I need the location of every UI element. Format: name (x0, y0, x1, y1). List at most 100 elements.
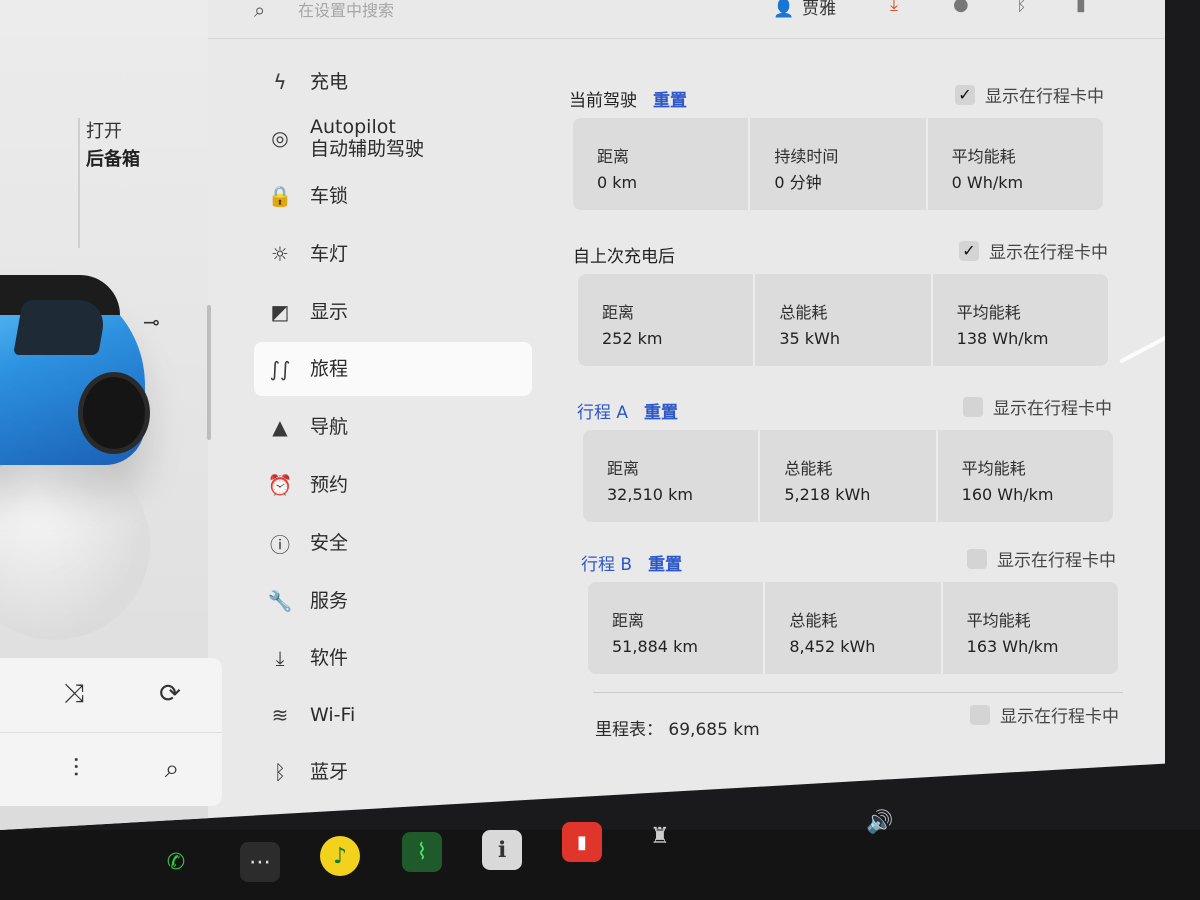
reset-button[interactable]: 重置 (653, 86, 687, 111)
sidebar-item-title: Wi-Fi (310, 704, 356, 726)
checkbox[interactable] (970, 704, 990, 725)
sidebar-item-5[interactable]: ∫∫ 旅程 (254, 342, 532, 396)
checkbox-checked[interactable]: ✓ (955, 84, 975, 105)
repeat-icon[interactable]: ⟳ (146, 670, 194, 718)
sidebar-item-0[interactable]: ϟ 充电 (254, 55, 532, 109)
sidebar-item-7[interactable]: ⏰ 预约 (254, 458, 532, 512)
joystick-icon[interactable]: ♜ (640, 816, 680, 856)
stocks-app-icon[interactable]: ⌇ (402, 832, 442, 872)
stat-cell: 平均能耗 138 Wh/km (933, 274, 1108, 366)
stat-cell: 距离 51,884 km (588, 582, 766, 674)
show-in-card-toggle[interactable]: ✓ 显示在行程卡中 (959, 238, 1108, 263)
section-title: 当前驾驶 重置 (569, 86, 687, 111)
stats-card: 距离 252 km 总能耗 35 kWh 平均能耗 138 Wh/km (578, 274, 1108, 366)
shuffle-icon[interactable]: ⤨ (50, 670, 98, 718)
sidebar-item-label: 服务 (310, 590, 348, 612)
checkbox[interactable] (963, 396, 983, 417)
section-title: 自上次充电后 (573, 242, 675, 267)
sidebar-item-label: 旅程 (310, 358, 348, 380)
charge-port-icon[interactable]: ⊸ (143, 310, 160, 334)
music-app-icon[interactable]: ♪ (320, 836, 360, 876)
show-in-card-label: 显示在行程卡中 (1000, 707, 1119, 727)
show-in-card-toggle[interactable]: 显示在行程卡中 (967, 546, 1116, 571)
volume-icon[interactable]: 🔊 (860, 802, 900, 842)
media-controls: ⤨ ⟳ ⫶ ⌕ (0, 658, 222, 806)
sidebar-item-title: 旅程 (310, 358, 349, 380)
reset-button[interactable]: 重置 (648, 550, 682, 575)
display-icon: ◩ (270, 300, 290, 324)
checkbox-checked[interactable]: ✓ (959, 240, 979, 261)
sidebar-item-12[interactable]: ᛒ 蓝牙 (254, 745, 532, 799)
person-icon: 👤 (773, 0, 795, 19)
sidebar-item-9[interactable]: 🔧 服务 (254, 574, 532, 628)
stat-label: 距离 (612, 611, 645, 630)
section-name: 行程 A (577, 403, 629, 423)
more-apps-icon[interactable]: ⋯ (240, 842, 280, 882)
stat-cell: 距离 252 km (578, 274, 756, 366)
stat-cell: 总能耗 8,452 kWh (765, 582, 943, 674)
sidebar-item-3[interactable]: ☼ 车灯 (254, 227, 532, 281)
download-icon: ⤓ (275, 646, 285, 670)
safety-icon: ⓘ (270, 532, 290, 557)
stat-value: 35 kWh (779, 329, 840, 348)
lock-icon: 🔒 (267, 184, 293, 208)
sidebar-item-title: 显示 (310, 301, 349, 323)
stat-value: 5,218 kWh (784, 485, 871, 504)
sidebar-item-title: 软件 (310, 647, 349, 669)
bell-icon[interactable]: ● (953, 0, 969, 15)
search-icon[interactable]: ⌕ (254, 0, 265, 22)
download-status-icon[interactable]: ⤓ (890, 0, 898, 15)
trunk-action-label: 打开 (86, 121, 122, 142)
section-name: 当前驾驶 (569, 91, 637, 111)
checkbox[interactable] (967, 548, 987, 569)
sidebar-item-8[interactable]: ⓘ 安全 (254, 516, 532, 570)
sidebar-item-title: 车锁 (310, 185, 349, 207)
driver-name: 贾雅 (802, 0, 837, 19)
show-in-card-label: 显示在行程卡中 (997, 551, 1116, 571)
odometer-show-toggle[interactable]: 显示在行程卡中 (970, 702, 1119, 727)
stat-value: 0 分钟 (774, 173, 822, 192)
reset-button[interactable]: 重置 (644, 398, 678, 423)
sidebar-item-label: 预约 (310, 474, 348, 496)
stat-label: 距离 (597, 147, 630, 166)
driver-profile[interactable]: 👤 贾雅 (773, 0, 836, 19)
scrollbar[interactable] (207, 305, 211, 440)
open-trunk-button[interactable]: 打开 后备箱 (78, 118, 140, 248)
divider (593, 692, 1123, 693)
sidebar-item-10[interactable]: ⤓ 软件 (254, 631, 532, 685)
media-row-bottom: ⫶ ⌕ (0, 732, 222, 805)
alarm-icon: ⏰ (267, 473, 293, 497)
sidebar-item-11[interactable]: ≋ Wi-Fi (254, 688, 532, 742)
media-search-icon[interactable]: ⌕ (148, 745, 196, 793)
sidebar-item-4[interactable]: ◩ 显示 (254, 285, 532, 339)
sidebar-item-label: 充电 (310, 71, 348, 93)
sidebar-item-2[interactable]: 🔒 车锁 (254, 169, 532, 223)
stat-value: 160 Wh/km (961, 485, 1054, 504)
settings-search-input[interactable] (296, 0, 600, 24)
stat-label: 距离 (602, 303, 635, 322)
equalizer-icon[interactable]: ⫶ (52, 745, 100, 793)
stats-card: 距离 51,884 km 总能耗 8,452 kWh 平均能耗 163 Wh/km (588, 582, 1118, 674)
sidebar-item-label: 显示 (310, 301, 348, 323)
stat-label: 距离 (607, 459, 640, 478)
bluetooth-status-icon[interactable]: ᛒ (1016, 0, 1027, 15)
audio-app-icon[interactable]: ▮ (562, 822, 602, 862)
sidebar-item-6[interactable]: ▲ 导航 (254, 400, 532, 454)
sidebar-item-title: 预约 (310, 474, 349, 496)
stat-cell: 平均能耗 0 Wh/km (928, 118, 1103, 210)
show-in-card-label: 显示在行程卡中 (989, 243, 1108, 263)
stat-label: 平均能耗 (956, 303, 1021, 322)
phone-icon[interactable]: ✆ (156, 842, 196, 882)
stat-cell: 平均能耗 163 Wh/km (943, 582, 1118, 674)
car-wheel (78, 372, 150, 454)
sidebar-item-label: 车锁 (310, 185, 348, 207)
section-name: 自上次充电后 (573, 247, 675, 267)
touchscreen: ⌕ 👤贾雅 ⤓ ● ᛒ ▮ 打开 后备箱 ⊸ ⤨ ⟳ ⫶ ⌕ ϟ充电◎Aut (0, 0, 1165, 830)
sidebar-item-title: 导航 (310, 416, 349, 438)
manual-app-icon[interactable]: ℹ (482, 830, 522, 870)
signal-icon: ▮ (1076, 0, 1086, 15)
sidebar-item-1[interactable]: ◎ Autopilot 自动辅助驾驶 (254, 111, 532, 165)
show-in-card-toggle[interactable]: 显示在行程卡中 (963, 394, 1112, 419)
show-in-card-toggle[interactable]: ✓ 显示在行程卡中 (955, 82, 1104, 107)
stat-value: 8,452 kWh (789, 637, 876, 656)
